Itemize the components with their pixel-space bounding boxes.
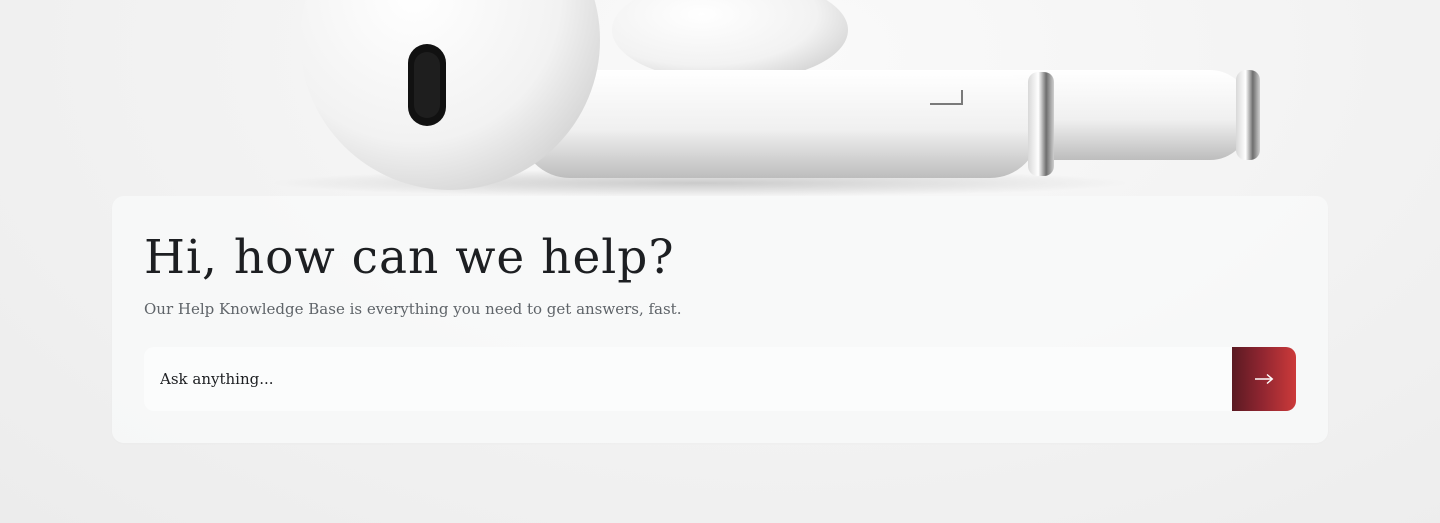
search-bar: [144, 347, 1296, 411]
search-input[interactable]: [144, 347, 1232, 411]
search-submit-button[interactable]: [1232, 347, 1296, 411]
arrow-right-icon: [1255, 373, 1274, 385]
page-subtitle: Our Help Knowledge Base is everything yo…: [144, 300, 682, 318]
help-hero: Hi, how can we help? Our Help Knowledge …: [0, 0, 1440, 523]
page-title: Hi, how can we help?: [144, 230, 675, 285]
help-search-card: Hi, how can we help? Our Help Knowledge …: [112, 196, 1328, 443]
